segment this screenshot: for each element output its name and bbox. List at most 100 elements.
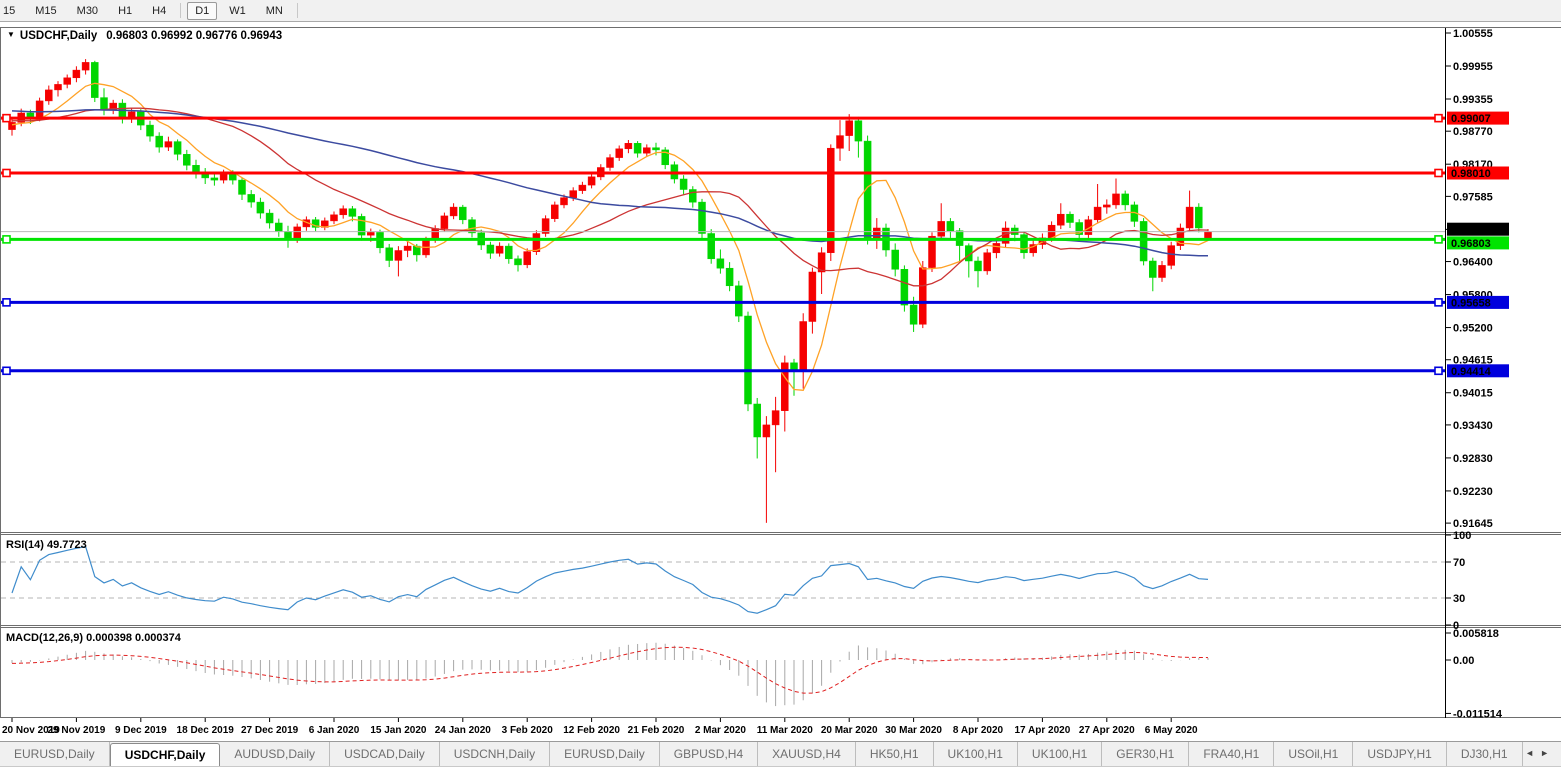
svg-text:0.93430: 0.93430 (1453, 420, 1493, 432)
tab-eurusd-daily[interactable]: EURUSD,Daily (550, 742, 660, 766)
price-badge-0.94414: 0.94414 (1447, 364, 1509, 378)
candle (147, 125, 154, 136)
hline-handle[interactable] (1435, 236, 1442, 243)
svg-text:30: 30 (1453, 593, 1465, 605)
candle (64, 78, 71, 85)
timeframe-button-h1[interactable]: H1 (110, 2, 140, 20)
svg-text:9 Dec 2019: 9 Dec 2019 (115, 725, 167, 736)
timeframe-toolbar: 15M15 M30H1H4 D1W1MN (0, 0, 1561, 22)
hline-handle[interactable] (1435, 299, 1442, 306)
tab-usdjpy-h1[interactable]: USDJPY,H1 (1353, 742, 1446, 766)
timeframe-button-d1[interactable]: D1 (187, 2, 217, 20)
svg-text:0.95658: 0.95658 (1451, 297, 1491, 309)
tab-audusd-daily[interactable]: AUDUSD,Daily (220, 742, 330, 766)
candle (45, 90, 52, 101)
candle (55, 84, 62, 90)
tab-uk100-h1[interactable]: UK100,H1 (1018, 742, 1102, 766)
timeframe-button-15[interactable]: 15 (0, 2, 23, 20)
candle (496, 246, 503, 253)
chart-dropdown-icon[interactable]: ▼ (7, 30, 15, 39)
tab-usdcad-daily[interactable]: USDCAD,Daily (330, 742, 440, 766)
candle (855, 121, 862, 141)
candle (450, 207, 457, 216)
current-price-badge: 0.96943 (1447, 223, 1509, 237)
price-badge-0.99007: 0.99007 (1447, 112, 1509, 126)
toolbar-separator (180, 3, 181, 18)
candle (515, 259, 522, 265)
candle (800, 322, 807, 372)
candle (809, 272, 816, 322)
timeframe-button-h4[interactable]: H4 (144, 2, 174, 20)
candle (846, 121, 853, 136)
candle (459, 207, 466, 220)
svg-text:0.92830: 0.92830 (1453, 453, 1493, 465)
tab-xauusd-h4[interactable]: XAUUSD,H4 (758, 742, 856, 766)
chart-canvas[interactable]: 1.005550.999550.993550.987700.981700.975… (0, 23, 1561, 741)
svg-text:0.91645: 0.91645 (1453, 518, 1493, 530)
chart-symbol-label: USDCHF,Daily (20, 30, 97, 42)
hline-handle[interactable] (1435, 367, 1442, 374)
candle (36, 101, 43, 119)
svg-text:0.97585: 0.97585 (1453, 191, 1493, 203)
candle (689, 190, 696, 203)
tab-usoil-h1[interactable]: USOil,H1 (1274, 742, 1353, 766)
svg-text:30 Mar 2020: 30 Mar 2020 (885, 725, 942, 736)
candle (349, 209, 356, 217)
candle (91, 62, 98, 97)
tabs-scroll-left-icon[interactable]: ◄ (1525, 748, 1540, 758)
svg-text:0.96803: 0.96803 (1451, 238, 1491, 250)
candle (266, 213, 273, 223)
svg-text:0.94015: 0.94015 (1453, 388, 1493, 400)
tab-hk50-h1[interactable]: HK50,H1 (856, 742, 934, 766)
candle (772, 411, 779, 425)
tab-gbpusd-h4[interactable]: GBPUSD,H4 (660, 742, 758, 766)
tab-ger30-h1[interactable]: GER30,H1 (1102, 742, 1189, 766)
candle (1113, 194, 1120, 205)
tab-usdchf-daily[interactable]: USDCHF,Daily (110, 743, 221, 766)
candle (1094, 207, 1101, 220)
hline-handle[interactable] (3, 367, 10, 374)
tabs-scroll-right-icon[interactable]: ► (1540, 748, 1555, 758)
candle (699, 202, 706, 233)
candle (938, 221, 945, 236)
chart-plot-area[interactable] (1, 28, 1445, 532)
candle (386, 248, 393, 261)
candle (837, 136, 844, 149)
candle (993, 243, 1000, 252)
hline-handle[interactable] (1435, 169, 1442, 176)
hline-handle[interactable] (1435, 115, 1442, 122)
svg-text:0.99007: 0.99007 (1451, 113, 1491, 125)
candle (873, 228, 880, 239)
timeframe-button-mn[interactable]: MN (258, 2, 291, 20)
svg-text:29 Nov 2019: 29 Nov 2019 (47, 725, 105, 736)
price-badge-0.98010: 0.98010 (1447, 167, 1509, 181)
candle (717, 259, 724, 268)
tab-usdcnh-daily[interactable]: USDCNH,Daily (440, 742, 550, 766)
svg-text:6 Jan 2020: 6 Jan 2020 (309, 725, 360, 736)
timeframe-button-m15[interactable]: M15 (27, 2, 64, 20)
tab-uk100-h1[interactable]: UK100,H1 (934, 742, 1018, 766)
tab-eurusd-daily[interactable]: EURUSD,Daily (0, 742, 110, 766)
candle (726, 268, 733, 286)
timeframe-button-w1[interactable]: W1 (221, 2, 254, 20)
candle (248, 194, 255, 202)
candle (82, 62, 89, 70)
hline-handle[interactable] (3, 115, 10, 122)
candle (570, 191, 577, 198)
tab-fra40-h1[interactable]: FRA40,H1 (1189, 742, 1274, 766)
tab-dj30-h1[interactable]: DJ30,H1 (1447, 742, 1523, 766)
candle (745, 316, 752, 404)
candle (211, 178, 218, 180)
candle (607, 158, 614, 168)
mt4-window: { "toolbar": { "periods": [ {"label":"15… (0, 0, 1561, 767)
timeframe-button-m30[interactable]: M30 (69, 2, 106, 20)
svg-text:24 Jan 2020: 24 Jan 2020 (435, 725, 492, 736)
hline-handle[interactable] (3, 169, 10, 176)
candle (625, 143, 632, 149)
hline-handle[interactable] (3, 299, 10, 306)
candle (101, 98, 108, 111)
hline-handle[interactable] (3, 236, 10, 243)
rsi-panel-area[interactable] (1, 535, 1445, 625)
macd-panel-area[interactable] (1, 628, 1445, 717)
toolbar-separator (297, 3, 298, 18)
